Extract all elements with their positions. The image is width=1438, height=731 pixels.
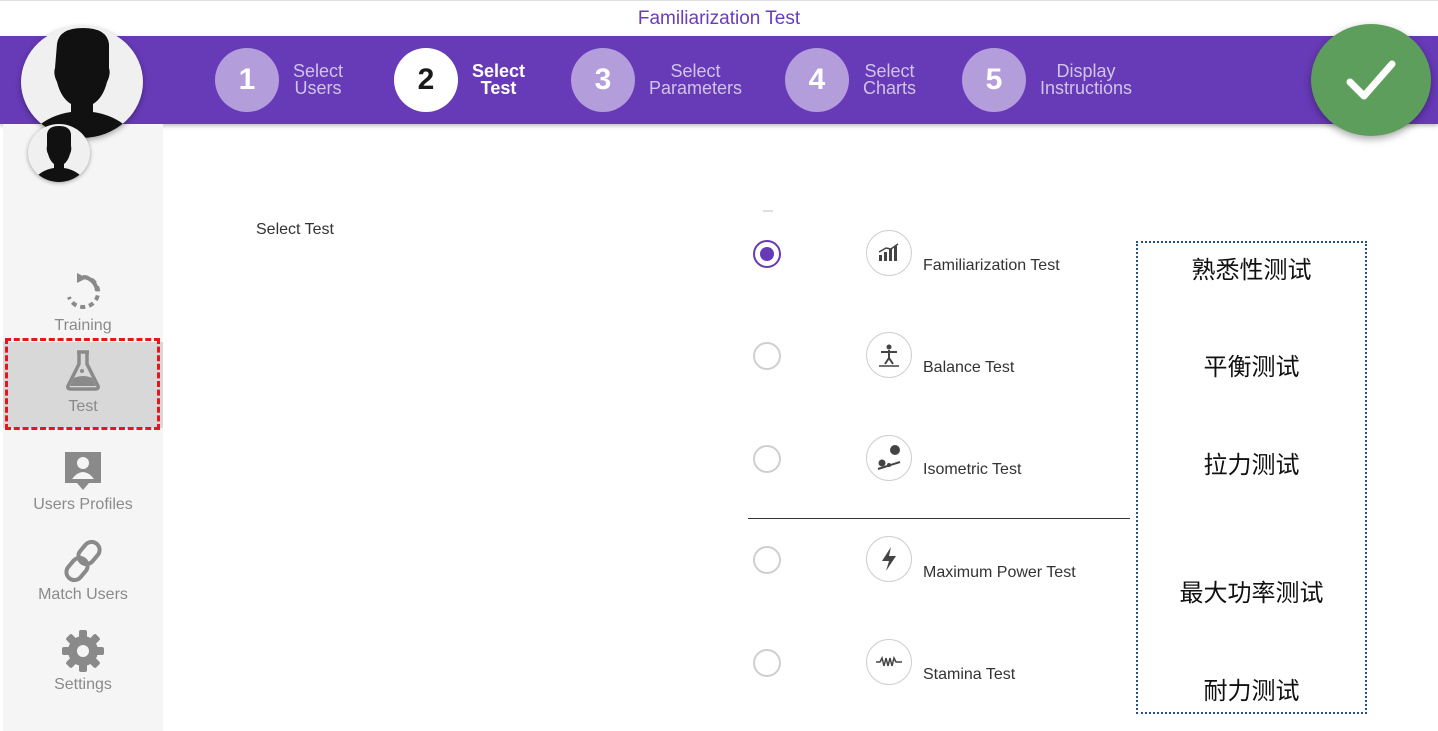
sidebar-item-settings[interactable]: Settings — [3, 626, 163, 710]
divider — [748, 518, 1130, 519]
step-display-instructions[interactable]: 5 Display Instructions — [962, 36, 1132, 124]
avatar-small[interactable] — [28, 124, 90, 182]
option-label: Maximum Power Test — [923, 564, 1076, 581]
sidebar-item-label: Match Users — [38, 586, 128, 603]
avatar[interactable] — [21, 26, 143, 138]
lightning-icon — [866, 536, 912, 582]
step-number: 2 — [394, 48, 458, 112]
option-label: Familiarization Test — [923, 257, 1060, 274]
step-label-line2: Charts — [863, 78, 917, 98]
step-label: Select Users — [293, 62, 343, 98]
bar-chart-icon — [866, 230, 912, 276]
sidebar-item-label: Users Profiles — [33, 496, 133, 513]
step-label-line2: Users — [294, 78, 342, 98]
link-icon — [3, 536, 163, 586]
window-title: Familiarization Test — [637, 8, 801, 29]
option-label: Stamina Test — [923, 666, 1016, 683]
user-profile-icon — [3, 446, 163, 496]
confirm-button[interactable] — [1311, 24, 1431, 136]
radio-button[interactable] — [753, 546, 781, 574]
annotation-label: 耐力测试 — [1203, 677, 1300, 705]
balance-icon — [866, 332, 912, 378]
user-silhouette-icon — [27, 28, 137, 138]
sidebar-item-users-profiles[interactable]: Users Profiles — [3, 446, 163, 530]
step-label: Display Instructions — [1040, 62, 1133, 98]
step-number: 3 — [571, 48, 635, 112]
step-number: 5 — [962, 48, 1026, 112]
step-label: Select Test — [472, 62, 525, 98]
stepper: 1 Select Users 2 Select Test 3 Select Pa… — [0, 36, 1438, 124]
step-label: Select Charts — [863, 62, 917, 98]
isometric-icon — [866, 435, 912, 481]
refresh-icon — [3, 267, 163, 317]
option-label: Balance Test — [923, 359, 1015, 376]
gear-icon — [3, 626, 163, 676]
step-select-parameters[interactable]: 3 Select Parameters — [571, 36, 742, 124]
highlight-box — [5, 338, 160, 430]
annotation-label: 平衡测试 — [1203, 353, 1300, 381]
scroll-indicator — [763, 210, 773, 212]
step-label-line2: Instructions — [1040, 78, 1133, 98]
sidebar-item-label: Settings — [54, 676, 112, 693]
step-select-users[interactable]: 1 Select Users — [215, 36, 343, 124]
step-number: 1 — [215, 48, 279, 112]
step-label-line2: Parameters — [649, 78, 743, 98]
radio-button[interactable] — [753, 342, 781, 370]
option-label: Isometric Test — [923, 461, 1022, 478]
step-label: Select Parameters — [649, 62, 743, 98]
user-silhouette-icon — [32, 126, 86, 182]
step-label-line2: Test — [480, 78, 517, 98]
radio-button[interactable] — [753, 649, 781, 677]
annotation-label: 最大功率测试 — [1179, 579, 1324, 607]
wave-icon — [866, 639, 912, 685]
sidebar-item-match-users[interactable]: Match Users — [3, 536, 163, 620]
annotation-label: 熟悉性测试 — [1191, 256, 1312, 284]
annotation-label: 拉力测试 — [1203, 451, 1300, 479]
step-select-charts[interactable]: 4 Select Charts — [785, 36, 916, 124]
radio-button[interactable] — [753, 240, 781, 268]
title-bar: Familiarization Test — [0, 0, 1438, 36]
check-icon — [1346, 60, 1396, 100]
sidebar-item-label: Training — [54, 317, 112, 334]
step-select-test[interactable]: 2 Select Test — [394, 36, 525, 124]
radio-button[interactable] — [753, 445, 781, 473]
step-number: 4 — [785, 48, 849, 112]
section-label: Select Test — [256, 221, 334, 238]
